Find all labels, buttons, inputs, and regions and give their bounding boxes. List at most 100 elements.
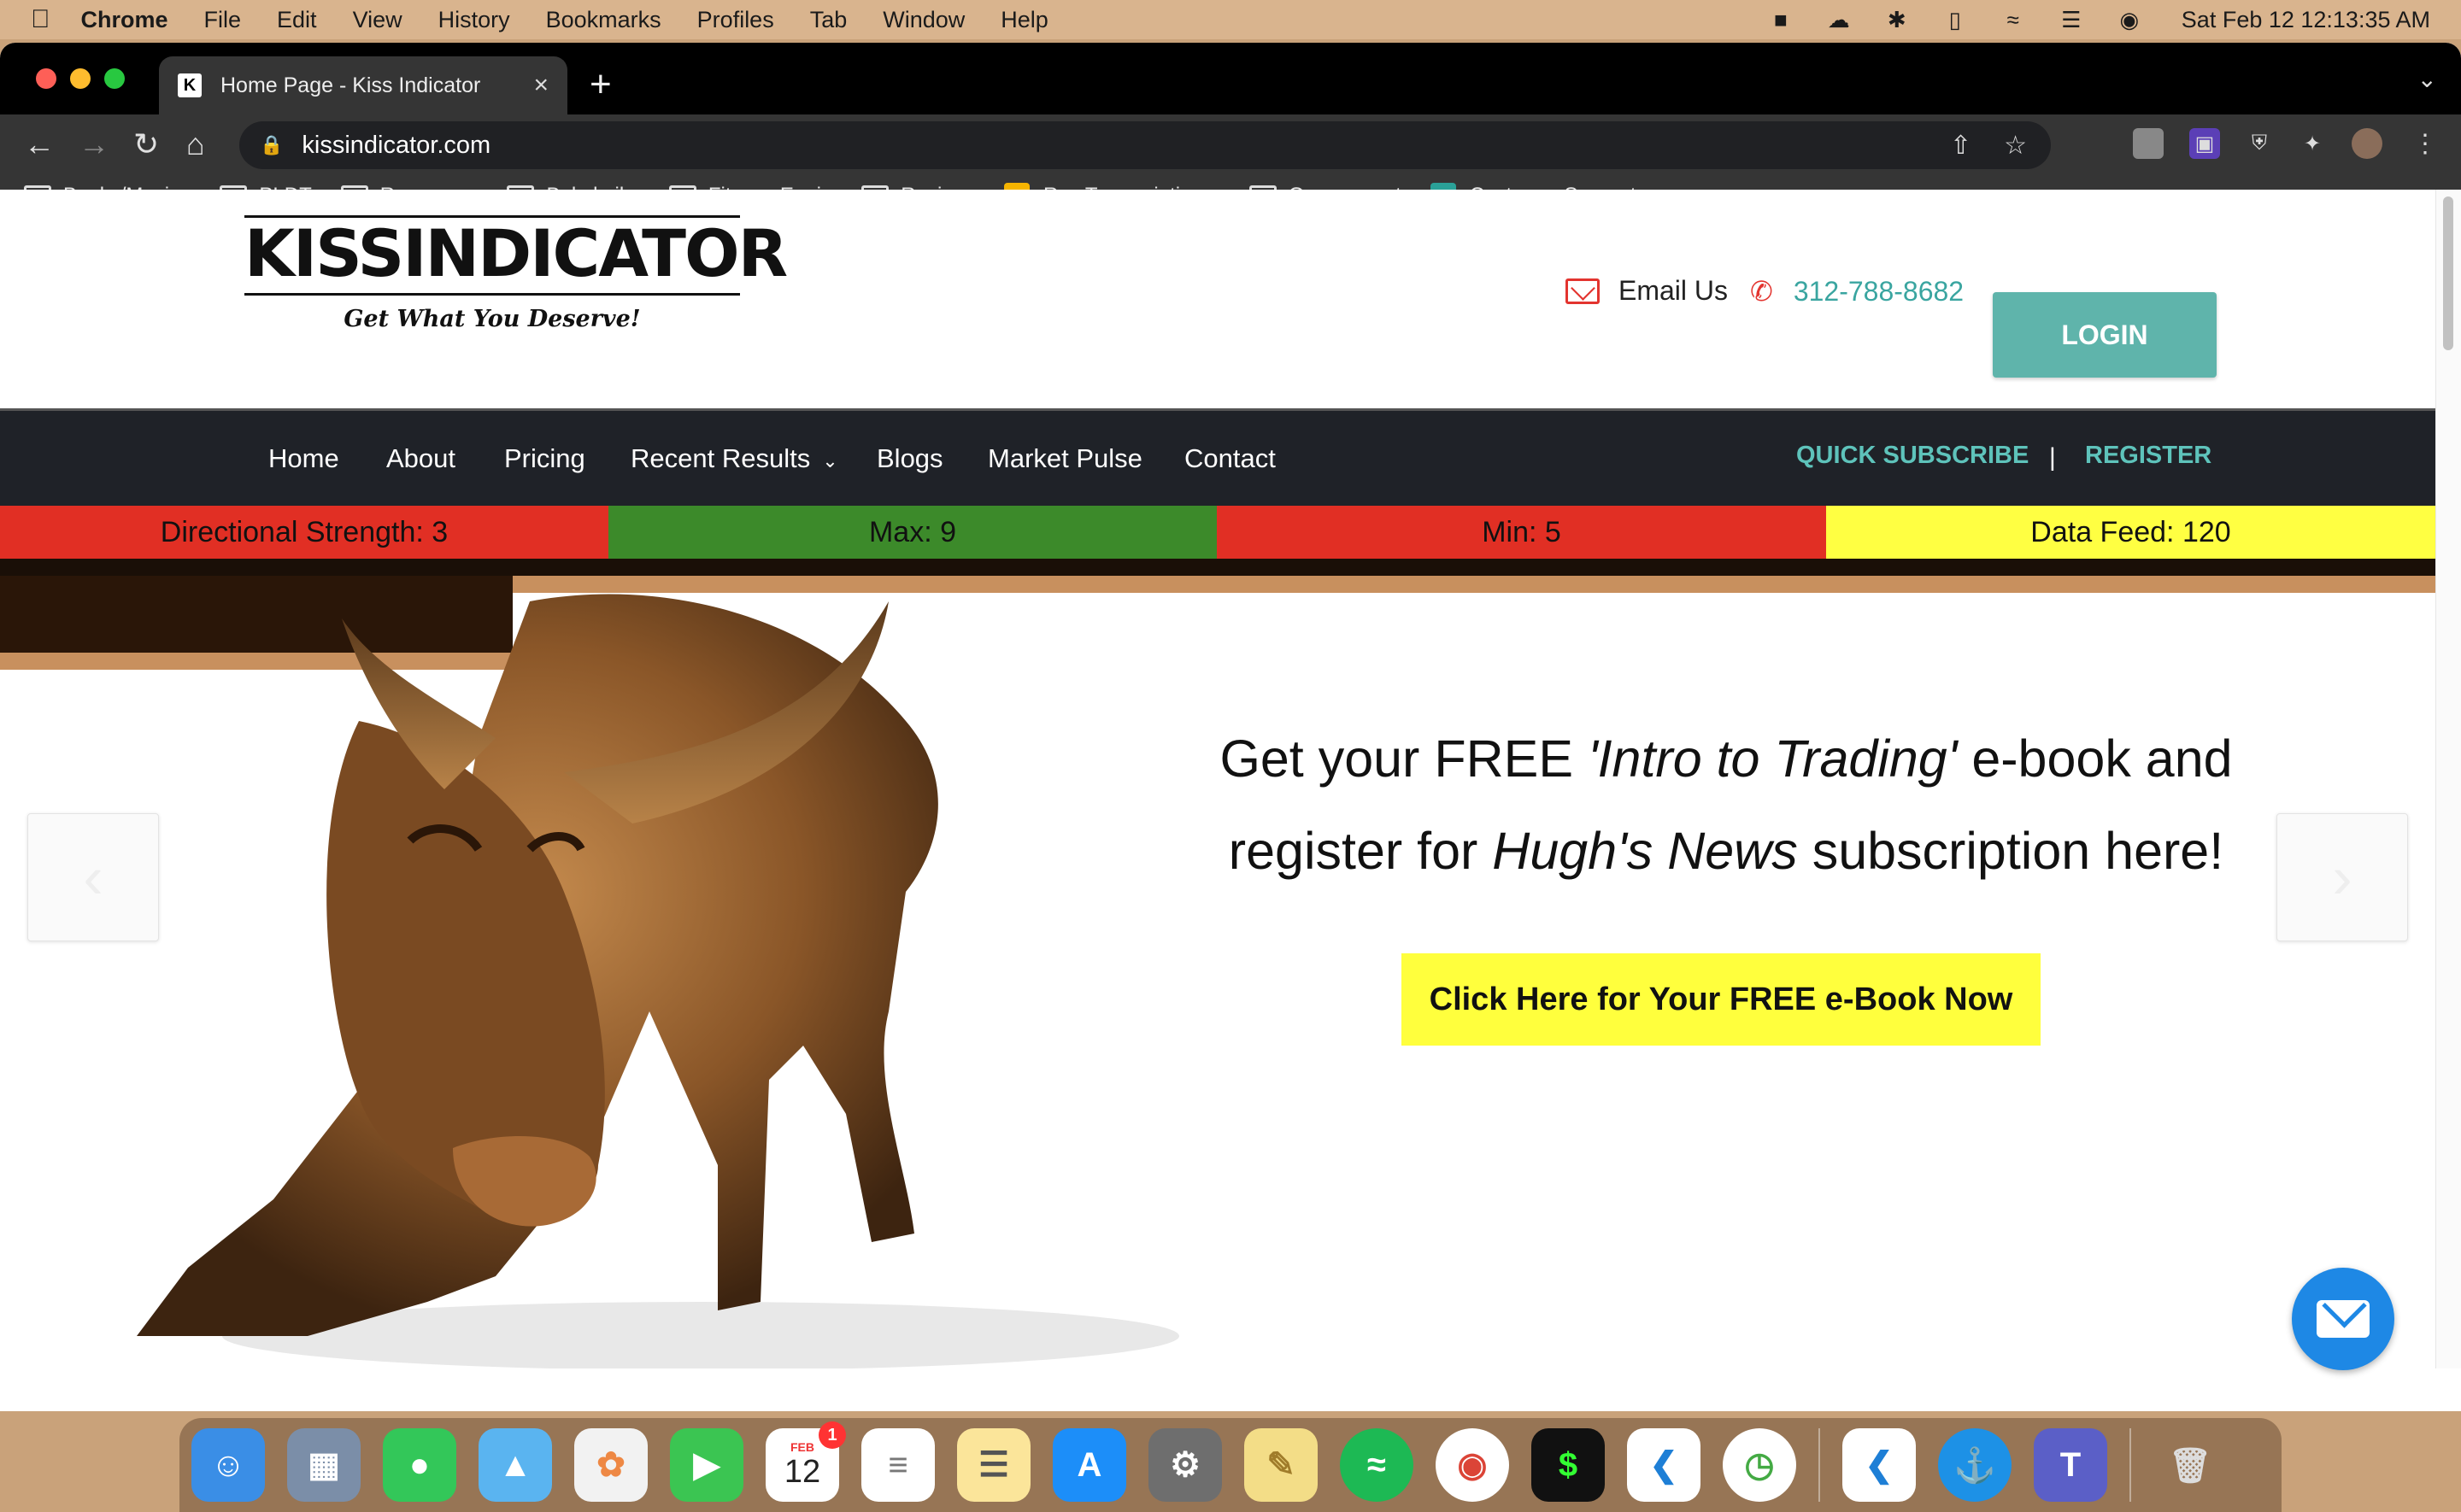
creative-cloud-icon[interactable]: ☁	[1824, 7, 1853, 32]
register-link[interactable]: REGISTER	[2085, 442, 2211, 470]
control-center-icon[interactable]: ☰	[2057, 7, 2086, 32]
maps-icon[interactable]: ▲	[479, 1428, 552, 1502]
slider-next-button[interactable]: ›	[2276, 813, 2408, 941]
indicator-ticker: Directional Strength: 3 Max: 9 Min: 5 Da…	[0, 506, 2435, 559]
minimize-window-button[interactable]	[70, 68, 91, 89]
extension-grey-icon[interactable]	[2133, 128, 2164, 159]
headline-text: Get your FREE	[1219, 730, 1588, 788]
headline-italic-news: Hugh's News	[1492, 822, 1798, 880]
lock-icon[interactable]: 🔒	[260, 134, 283, 156]
tab-strip: K Home Page - Kiss Indicator × + ⌄	[0, 43, 2461, 114]
menu-tab[interactable]: Tab	[810, 7, 848, 33]
new-tab-icon[interactable]: +	[590, 63, 612, 106]
notes-icon[interactable]: ☰	[957, 1428, 1031, 1502]
home-icon[interactable]: ⌂	[186, 126, 205, 162]
active-tab[interactable]: K Home Page - Kiss Indicator ×	[159, 56, 567, 114]
app-store-icon[interactable]: A	[1053, 1428, 1126, 1502]
logo-tagline: Get What You Deserve!	[344, 306, 641, 332]
free-ebook-button[interactable]: Click Here for Your FREE e-Book Now	[1401, 953, 2041, 1046]
nav-about[interactable]: About	[386, 443, 455, 474]
menu-edit[interactable]: Edit	[277, 7, 317, 33]
siri-icon[interactable]: ◉	[2115, 7, 2144, 32]
headline-text: register for	[1228, 822, 1493, 880]
teams-icon[interactable]: T	[2034, 1428, 2107, 1502]
menu-window[interactable]: Window	[883, 7, 965, 33]
chrome-icon[interactable]: ◉	[1436, 1428, 1509, 1502]
directional-strength: Directional Strength: 3	[0, 506, 608, 559]
quick-subscribe-link[interactable]: QUICK SUBSCRIBE	[1796, 442, 2029, 470]
back-arrow-icon[interactable]: ←	[24, 126, 55, 162]
camera-status-icon[interactable]: ■	[1766, 7, 1795, 32]
phone-number: 312-788-8682	[1793, 275, 1965, 307]
wifi-icon[interactable]: ≈	[1999, 7, 2028, 32]
menu-file[interactable]: File	[204, 7, 242, 33]
menu-profiles[interactable]: Profiles	[697, 7, 774, 33]
dock-separator	[1818, 1428, 1820, 1502]
calendar-badge: 1	[819, 1421, 846, 1449]
trash-icon[interactable]: 🗑	[2153, 1428, 2227, 1502]
main-navigation: Home About Pricing Recent Results ⌄ Blogs…	[0, 408, 2435, 506]
docker-icon[interactable]: ⚓	[1938, 1428, 2012, 1502]
nav-recent-results-label: Recent Results	[631, 443, 811, 473]
nav-blogs[interactable]: Blogs	[877, 443, 943, 474]
terminal-icon[interactable]: $	[1531, 1428, 1605, 1502]
menu-history[interactable]: History	[438, 7, 510, 33]
reload-icon[interactable]: ↻	[133, 126, 159, 162]
menu-view[interactable]: View	[353, 7, 402, 33]
phone-link[interactable]: ✆ 312-788-8682	[1750, 275, 1964, 308]
apple-icon[interactable]: 	[31, 5, 50, 34]
zoom-window-button[interactable]	[104, 68, 125, 89]
scrollbar-thumb[interactable]	[2443, 196, 2453, 350]
slider-prev-button[interactable]: ‹	[27, 813, 159, 941]
system-preferences-icon[interactable]: ⚙	[1148, 1428, 1222, 1502]
nav-pricing[interactable]: Pricing	[504, 443, 585, 474]
battery-icon[interactable]: ▯	[1941, 7, 1970, 32]
calendar-day: 12	[784, 1453, 821, 1490]
menu-clock[interactable]: Sat Feb 12 12:13:35 AM	[2182, 7, 2430, 33]
tab-close-icon[interactable]: ×	[533, 71, 549, 100]
tab-search-chevron-icon[interactable]: ⌄	[2417, 65, 2437, 93]
page-scrollbar[interactable]	[2435, 190, 2461, 1368]
login-button[interactable]: LOGIN	[1993, 292, 2217, 378]
puzzle-extensions-icon[interactable]: ✦	[2297, 128, 2328, 159]
nav-separator: |	[2049, 443, 2056, 472]
forward-arrow-icon[interactable]: →	[79, 126, 109, 162]
kiss-indicator-logo[interactable]: KISSINDICATOR Get What You Deserve!	[244, 215, 788, 343]
address-bar[interactable]: 🔒 kissindicator.com ⇧ ☆	[239, 121, 2051, 169]
email-us-label: Email Us	[1618, 275, 1729, 306]
chat-mail-button[interactable]	[2292, 1268, 2394, 1370]
messages-icon[interactable]: ●	[383, 1428, 456, 1502]
close-window-button[interactable]	[36, 68, 56, 89]
facetime-icon[interactable]: ▶	[670, 1428, 743, 1502]
menu-help[interactable]: Help	[1001, 7, 1048, 33]
bookmark-star-icon[interactable]: ☆	[2004, 131, 2027, 161]
calendar-icon[interactable]: FEB 12 1	[766, 1421, 846, 1502]
share-icon[interactable]: ⇧	[1950, 131, 1971, 161]
profile-avatar[interactable]	[2352, 128, 2382, 159]
finder-icon[interactable]: ☺	[191, 1428, 265, 1502]
nav-recent-results[interactable]: Recent Results ⌄	[631, 443, 838, 474]
url-text[interactable]: kissindicator.com	[302, 132, 490, 160]
extension-purple-icon[interactable]: ▣	[2189, 128, 2220, 159]
photos-icon[interactable]: ✿	[574, 1428, 648, 1502]
macos-menu-bar:  Chrome File Edit View History Bookmark…	[0, 0, 2461, 39]
menu-bookmarks[interactable]: Bookmarks	[546, 7, 661, 33]
chrome-menu-icon[interactable]: ⋮	[2410, 128, 2440, 159]
envelope-icon	[1565, 278, 1600, 304]
menu-app-name[interactable]: Chrome	[81, 7, 168, 33]
spotify-icon[interactable]: ≈	[1340, 1428, 1413, 1502]
dock-separator	[2129, 1428, 2131, 1502]
nav-contact[interactable]: Contact	[1184, 443, 1276, 474]
chevron-down-icon: ⌄	[822, 450, 838, 472]
time-machine-icon[interactable]: ◷	[1723, 1428, 1796, 1502]
vscode-recent-icon[interactable]: ❮	[1842, 1428, 1916, 1502]
reminders-icon[interactable]: ≡	[861, 1428, 935, 1502]
bluetooth-icon[interactable]: ✱	[1882, 7, 1912, 32]
nav-home[interactable]: Home	[268, 443, 339, 474]
nav-market-pulse[interactable]: Market Pulse	[988, 443, 1142, 474]
vscode-icon[interactable]: ❮	[1627, 1428, 1700, 1502]
stickies-icon[interactable]: ✎	[1244, 1428, 1318, 1502]
email-us-link[interactable]: Email Us	[1565, 275, 1728, 307]
shield-extension-icon[interactable]: ⛨	[2244, 128, 2275, 159]
launchpad-icon[interactable]: ▦	[287, 1428, 361, 1502]
